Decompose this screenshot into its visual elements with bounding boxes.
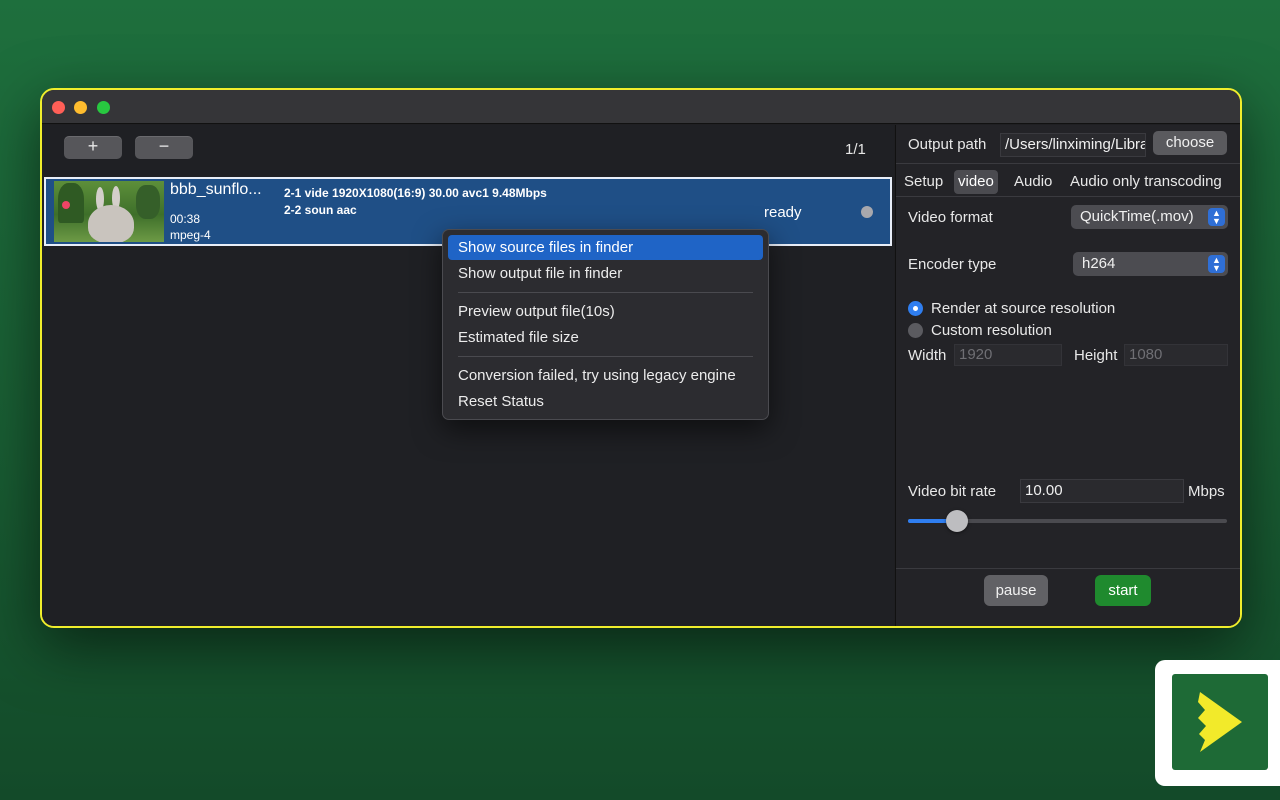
- bitrate-field[interactable]: 10.00: [1020, 479, 1184, 503]
- video-format-select[interactable]: QuickTime(.mov) ▲ ▼: [1071, 205, 1228, 229]
- custom-resolution-radio[interactable]: [908, 323, 923, 338]
- app-window: + − 1/1 bbb_sunflo... 2-1 vide 1920X1080…: [40, 88, 1242, 628]
- width-field[interactable]: 1920: [954, 344, 1062, 366]
- chevron-up-down-icon: ▲ ▼: [1208, 255, 1225, 273]
- app-logo: [1172, 674, 1268, 770]
- choose-button[interactable]: choose: [1153, 131, 1227, 155]
- zoom-window-button[interactable]: [97, 101, 110, 114]
- menu-item-preview[interactable]: Preview output file(10s): [448, 299, 763, 324]
- file-duration: 00:38: [170, 212, 201, 226]
- bitrate-slider-handle[interactable]: [946, 510, 968, 532]
- menu-separator: [458, 292, 753, 293]
- bitrate-label: Video bit rate: [908, 483, 997, 500]
- output-path-field[interactable]: /Users/linximing/Library: [1000, 133, 1146, 157]
- tab-audio-only[interactable]: Audio only transcoding: [1066, 170, 1226, 194]
- context-menu: Show source files in finder Show output …: [442, 229, 769, 420]
- tab-video[interactable]: video: [954, 170, 998, 194]
- file-counter: 1/1: [845, 141, 866, 158]
- file-container: mpeg-4: [170, 228, 211, 242]
- menu-item-show-output[interactable]: Show output file in finder: [448, 261, 763, 286]
- action-bar: pause start: [896, 568, 1240, 626]
- file-list-pane: + − 1/1 bbb_sunflo... 2-1 vide 1920X1080…: [42, 125, 894, 626]
- tab-setup[interactable]: Setup: [900, 170, 947, 194]
- output-path-label: Output path: [908, 136, 987, 153]
- add-file-button[interactable]: +: [64, 136, 122, 159]
- menu-item-show-source[interactable]: Show source files in finder: [448, 235, 763, 260]
- divider: [896, 163, 1240, 164]
- height-label: Height: [1074, 347, 1118, 364]
- file-status: ready: [764, 204, 802, 221]
- menu-item-estimated-size[interactable]: Estimated file size: [448, 325, 763, 350]
- remove-file-button[interactable]: −: [135, 136, 193, 159]
- menu-item-reset-status[interactable]: Reset Status: [448, 389, 763, 414]
- render-source-label: Render at source resolution: [931, 300, 1116, 317]
- app-logo-badge: [1155, 660, 1280, 786]
- video-format-label: Video format: [908, 209, 993, 226]
- encoder-type-select[interactable]: h264 ▲ ▼: [1073, 252, 1228, 276]
- height-field[interactable]: 1080: [1124, 344, 1228, 366]
- encoder-type-label: Encoder type: [908, 256, 997, 273]
- start-button[interactable]: start: [1095, 575, 1151, 606]
- custom-resolution-label: Custom resolution: [931, 322, 1052, 339]
- status-dot-icon: [861, 206, 873, 218]
- menu-item-legacy-engine[interactable]: Conversion failed, try using legacy engi…: [448, 363, 763, 388]
- render-source-radio[interactable]: [908, 301, 923, 316]
- tab-audio[interactable]: Audio: [1010, 170, 1056, 194]
- bitrate-unit: Mbps: [1188, 483, 1225, 500]
- video-stream-info: 2-1 vide 1920X1080(16:9) 30.00 avc1 9.48…: [284, 186, 547, 200]
- title-bar: [42, 90, 1240, 124]
- play-logo-icon: [1198, 692, 1242, 752]
- audio-stream-info: 2-2 soun aac: [284, 203, 357, 217]
- pause-button[interactable]: pause: [984, 575, 1048, 606]
- divider: [896, 196, 1240, 197]
- video-thumbnail: [54, 181, 164, 242]
- menu-separator: [458, 356, 753, 357]
- minimize-window-button[interactable]: [74, 101, 87, 114]
- file-name: bbb_sunflo...: [170, 181, 262, 198]
- chevron-up-down-icon: ▲ ▼: [1208, 208, 1225, 226]
- settings-pane: Output path /Users/linximing/Library cho…: [895, 125, 1240, 626]
- close-window-button[interactable]: [52, 101, 65, 114]
- width-label: Width: [908, 347, 947, 364]
